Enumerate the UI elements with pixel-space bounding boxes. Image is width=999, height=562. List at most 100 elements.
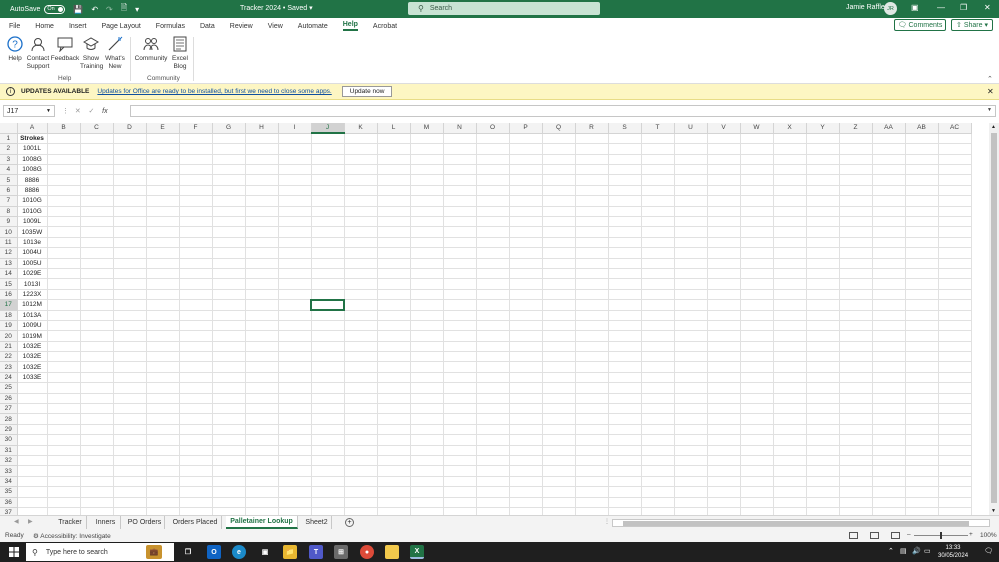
cell[interactable]: [245, 310, 279, 321]
cell[interactable]: [377, 247, 411, 259]
cell[interactable]: [641, 195, 675, 207]
cell[interactable]: [542, 237, 576, 249]
cell[interactable]: [311, 206, 345, 218]
cell[interactable]: [245, 216, 279, 228]
cell[interactable]: [509, 507, 543, 515]
cell[interactable]: [938, 143, 972, 155]
cell[interactable]: [212, 507, 246, 515]
cell[interactable]: [707, 341, 741, 353]
cell[interactable]: [476, 465, 510, 477]
cell[interactable]: [608, 185, 642, 197]
cell[interactable]: [476, 320, 510, 332]
cell[interactable]: [443, 258, 477, 269]
cell[interactable]: [575, 133, 609, 145]
task-view-icon[interactable]: ❐: [181, 545, 195, 559]
cell[interactable]: [938, 465, 972, 477]
cell[interactable]: [872, 299, 906, 311]
cell[interactable]: [377, 330, 411, 342]
cell[interactable]: [773, 403, 807, 415]
cell[interactable]: [773, 174, 807, 186]
network-icon[interactable]: ▤: [900, 547, 907, 555]
cell[interactable]: [146, 351, 180, 363]
cell[interactable]: [47, 372, 81, 384]
cell[interactable]: [641, 226, 675, 238]
scroll-up-icon[interactable]: ▲: [991, 124, 996, 130]
cell[interactable]: [443, 413, 477, 425]
normal-view-icon[interactable]: [849, 532, 858, 539]
cell[interactable]: [839, 174, 873, 186]
cell[interactable]: [674, 497, 708, 508]
cell[interactable]: [80, 476, 114, 488]
cell[interactable]: [608, 434, 642, 446]
sheet-tab-orders-placed[interactable]: Orders Placed: [169, 516, 222, 529]
name-box[interactable]: J17 ▼: [3, 105, 55, 117]
cell[interactable]: [179, 226, 213, 238]
row-header[interactable]: 37: [0, 507, 18, 515]
cell[interactable]: [839, 216, 873, 228]
cell[interactable]: [344, 268, 378, 280]
cell[interactable]: [179, 237, 213, 249]
cell[interactable]: [740, 424, 774, 436]
cell[interactable]: [773, 143, 807, 155]
cell[interactable]: [245, 330, 279, 342]
cell[interactable]: [146, 185, 180, 197]
cell[interactable]: [575, 382, 609, 394]
cell[interactable]: [377, 289, 411, 301]
display-icon[interactable]: ▭: [924, 547, 931, 555]
cell[interactable]: 1035W: [17, 226, 48, 238]
cell[interactable]: [509, 226, 543, 238]
cell[interactable]: [443, 320, 477, 332]
cell[interactable]: [245, 507, 279, 515]
cell[interactable]: [278, 330, 312, 342]
cell[interactable]: [872, 361, 906, 373]
cell[interactable]: [773, 216, 807, 228]
cell[interactable]: [476, 330, 510, 342]
cell[interactable]: [773, 424, 807, 436]
row-header[interactable]: 15: [0, 278, 18, 290]
cell[interactable]: [707, 434, 741, 446]
feedback-button[interactable]: Feedback: [51, 36, 79, 63]
cell[interactable]: [509, 393, 543, 405]
cell[interactable]: [872, 237, 906, 249]
cell[interactable]: [179, 403, 213, 415]
cell[interactable]: [212, 226, 246, 238]
cell[interactable]: [476, 268, 510, 280]
cell[interactable]: [179, 476, 213, 488]
cell[interactable]: [179, 393, 213, 405]
cell[interactable]: [179, 247, 213, 259]
cell[interactable]: [542, 372, 576, 384]
row-header[interactable]: 8: [0, 206, 18, 218]
cell[interactable]: [311, 143, 345, 155]
cell[interactable]: [641, 299, 675, 311]
cell[interactable]: [410, 133, 444, 145]
cell[interactable]: [47, 434, 81, 446]
cell[interactable]: [146, 445, 180, 457]
cell[interactable]: [839, 507, 873, 515]
cell[interactable]: [113, 465, 147, 477]
cell[interactable]: [17, 393, 48, 405]
column-header[interactable]: N: [443, 123, 477, 134]
cell[interactable]: [47, 455, 81, 467]
cell[interactable]: [80, 497, 114, 508]
cell[interactable]: [80, 247, 114, 259]
cell[interactable]: [674, 164, 708, 176]
cell[interactable]: [80, 341, 114, 353]
cell[interactable]: [707, 216, 741, 228]
cell[interactable]: 1013A: [17, 310, 48, 321]
cell[interactable]: [872, 413, 906, 425]
cell[interactable]: [608, 497, 642, 508]
cell[interactable]: [410, 164, 444, 176]
cell[interactable]: [938, 507, 972, 515]
news-widget-icon[interactable]: 💼: [146, 545, 162, 559]
cell[interactable]: [410, 476, 444, 488]
column-header[interactable]: M: [410, 123, 444, 134]
cell[interactable]: [17, 497, 48, 508]
cell[interactable]: [608, 226, 642, 238]
formula-input[interactable]: ▼: [130, 105, 996, 117]
cell[interactable]: [938, 424, 972, 436]
cell[interactable]: [80, 278, 114, 290]
cell[interactable]: [311, 445, 345, 457]
column-header[interactable]: E: [146, 123, 180, 134]
cell[interactable]: [674, 341, 708, 353]
cell[interactable]: [773, 465, 807, 477]
